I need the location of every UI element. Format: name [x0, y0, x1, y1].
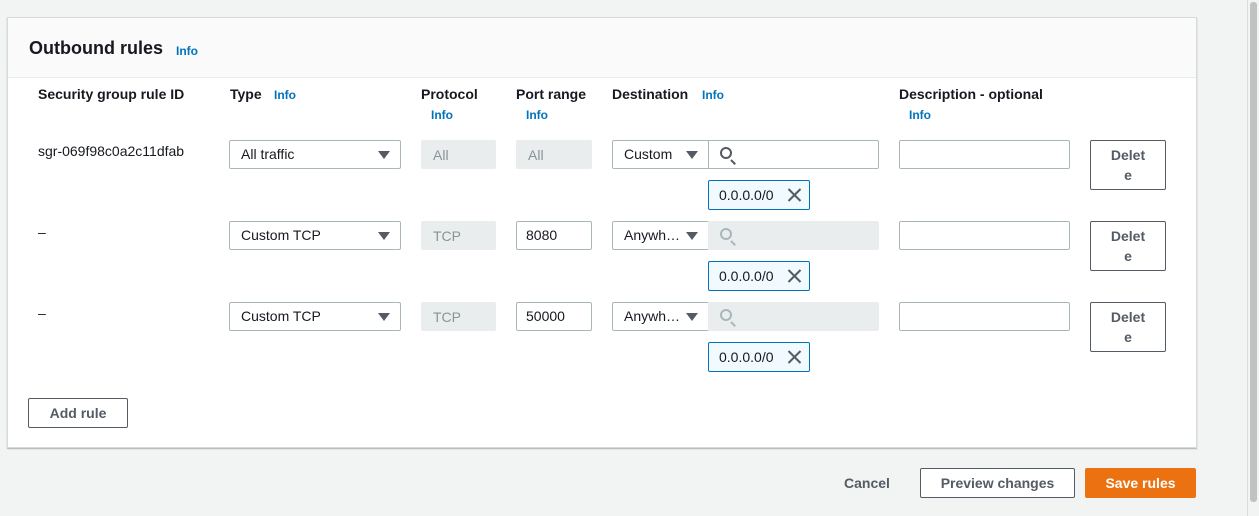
rule-id: –	[38, 224, 46, 240]
type-select[interactable]: Custom TCP	[229, 302, 401, 331]
description-input[interactable]	[899, 140, 1070, 169]
type-info-link[interactable]: Info	[274, 88, 296, 102]
rule-id: –	[38, 305, 46, 321]
destination-select-value: Anywh…	[624, 308, 681, 324]
destination-search-input	[708, 221, 879, 250]
panel-title: Outbound rules	[29, 38, 163, 58]
preview-changes-button[interactable]: Preview changes	[920, 468, 1075, 498]
protocol-info-link[interactable]: Info	[431, 108, 453, 122]
destination-select[interactable]: Anywh…	[612, 302, 709, 331]
destination-select[interactable]: Custom	[612, 140, 709, 169]
destination-select-value: Custom	[624, 146, 673, 162]
destination-token: 0.0.0.0/0	[708, 180, 810, 210]
destination-token-label: 0.0.0.0/0	[719, 187, 774, 203]
type-select-value: Custom TCP	[241, 227, 321, 243]
destination-select[interactable]: Anywh…	[612, 221, 709, 250]
search-icon	[720, 228, 732, 240]
add-rule-button[interactable]: Add rule	[28, 398, 128, 428]
type-select-value: All traffic	[241, 146, 295, 162]
close-icon[interactable]	[786, 349, 802, 365]
destination-search-input[interactable]	[708, 140, 879, 169]
port-range-info-link[interactable]: Info	[526, 108, 548, 122]
save-rules-button[interactable]: Save rules	[1085, 468, 1196, 498]
delete-rule-button[interactable]: Delete	[1090, 140, 1166, 190]
type-select[interactable]: All traffic	[229, 140, 401, 169]
type-select[interactable]: Custom TCP	[229, 221, 401, 250]
description-input[interactable]	[899, 221, 1070, 250]
column-header-destination: Destination	[612, 86, 689, 102]
caret-down-icon	[378, 151, 390, 159]
destination-token-label: 0.0.0.0/0	[719, 349, 774, 365]
delete-rule-button[interactable]: Delete	[1090, 221, 1166, 271]
protocol-field: All	[421, 140, 496, 169]
caret-down-icon	[686, 151, 698, 159]
panel-header: Outbound rules Info	[8, 18, 1196, 78]
column-header-protocol: Protocol	[421, 86, 478, 102]
destination-search-input	[708, 302, 879, 331]
destination-info-link[interactable]: Info	[702, 88, 724, 102]
rule-id: sgr-069f98c0a2c11dfab	[38, 143, 185, 159]
cancel-button[interactable]: Cancel	[834, 468, 900, 498]
column-header-rule-id: Security group rule ID	[38, 86, 185, 102]
search-icon	[720, 309, 732, 321]
column-header-port-range: Port range	[516, 86, 587, 102]
port-range-input[interactable]: 50000	[516, 302, 592, 331]
caret-down-icon	[378, 313, 390, 321]
port-range-input[interactable]: 8080	[516, 221, 592, 250]
column-header-type: Type	[230, 86, 262, 102]
description-input[interactable]	[899, 302, 1070, 331]
protocol-field: TCP	[421, 221, 496, 250]
caret-down-icon	[686, 313, 698, 321]
close-icon[interactable]	[786, 187, 802, 203]
protocol-field: TCP	[421, 302, 496, 331]
outbound-rules-panel: Outbound rules Info Security group rule …	[7, 17, 1197, 448]
type-select-value: Custom TCP	[241, 308, 321, 324]
destination-token-label: 0.0.0.0/0	[719, 268, 774, 284]
title-info-link[interactable]: Info	[176, 44, 198, 58]
port-range-field: All	[516, 140, 592, 169]
destination-token: 0.0.0.0/0	[708, 342, 810, 372]
column-header-description: Description - optional	[899, 86, 1043, 102]
scrollbar-thumb[interactable]	[1250, 2, 1257, 502]
caret-down-icon	[686, 232, 698, 240]
caret-down-icon	[378, 232, 390, 240]
description-info-link[interactable]: Info	[909, 108, 931, 122]
close-icon[interactable]	[786, 268, 802, 284]
search-icon	[720, 147, 732, 159]
delete-rule-button[interactable]: Delete	[1090, 302, 1166, 352]
vertical-scrollbar[interactable]	[1247, 0, 1259, 516]
destination-select-value: Anywh…	[624, 227, 681, 243]
destination-token: 0.0.0.0/0	[708, 261, 810, 291]
